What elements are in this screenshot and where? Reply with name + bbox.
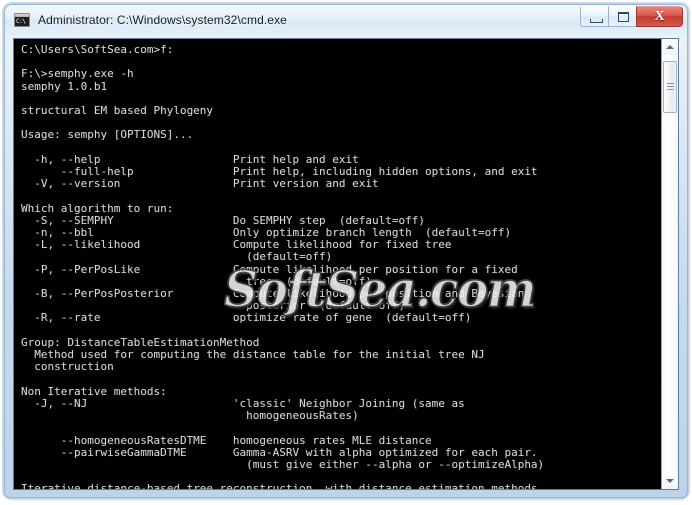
console-vertical-scrollbar[interactable] [661, 39, 678, 489]
chevron-down-icon [666, 479, 674, 483]
minimize-icon [590, 19, 603, 23]
minimize-button[interactable] [580, 6, 609, 27]
chevron-up-icon [666, 45, 674, 49]
scrollbar-grip-icon [667, 83, 674, 90]
cmd-console-icon [14, 13, 30, 27]
desktop-backdrop: Administrator: C:\Windows\system32\cmd.e… [0, 0, 692, 505]
window-title-text: Administrator: C:\Windows\system32\cmd.e… [38, 13, 287, 27]
scroll-up-button[interactable] [662, 39, 678, 55]
window-controls: X [580, 6, 683, 28]
close-icon: X [654, 9, 665, 24]
cmd-window: Administrator: C:\Windows\system32\cmd.e… [2, 2, 690, 500]
scrollbar-thumb[interactable] [663, 61, 677, 113]
scrollbar-track[interactable] [662, 55, 678, 473]
scroll-down-button[interactable] [662, 473, 678, 489]
console-output-surface[interactable]: C:\Users\SoftSea.com>f: F:\>semphy.exe -… [14, 39, 661, 489]
console-output-text: C:\Users\SoftSea.com>f: F:\>semphy.exe -… [21, 43, 545, 489]
maximize-icon [618, 12, 629, 22]
maximize-button[interactable] [608, 6, 637, 27]
console-client-area: C:\Users\SoftSea.com>f: F:\>semphy.exe -… [13, 38, 679, 490]
window-title-bar[interactable]: Administrator: C:\Windows\system32\cmd.e… [5, 5, 687, 35]
close-button[interactable]: X [636, 6, 683, 27]
